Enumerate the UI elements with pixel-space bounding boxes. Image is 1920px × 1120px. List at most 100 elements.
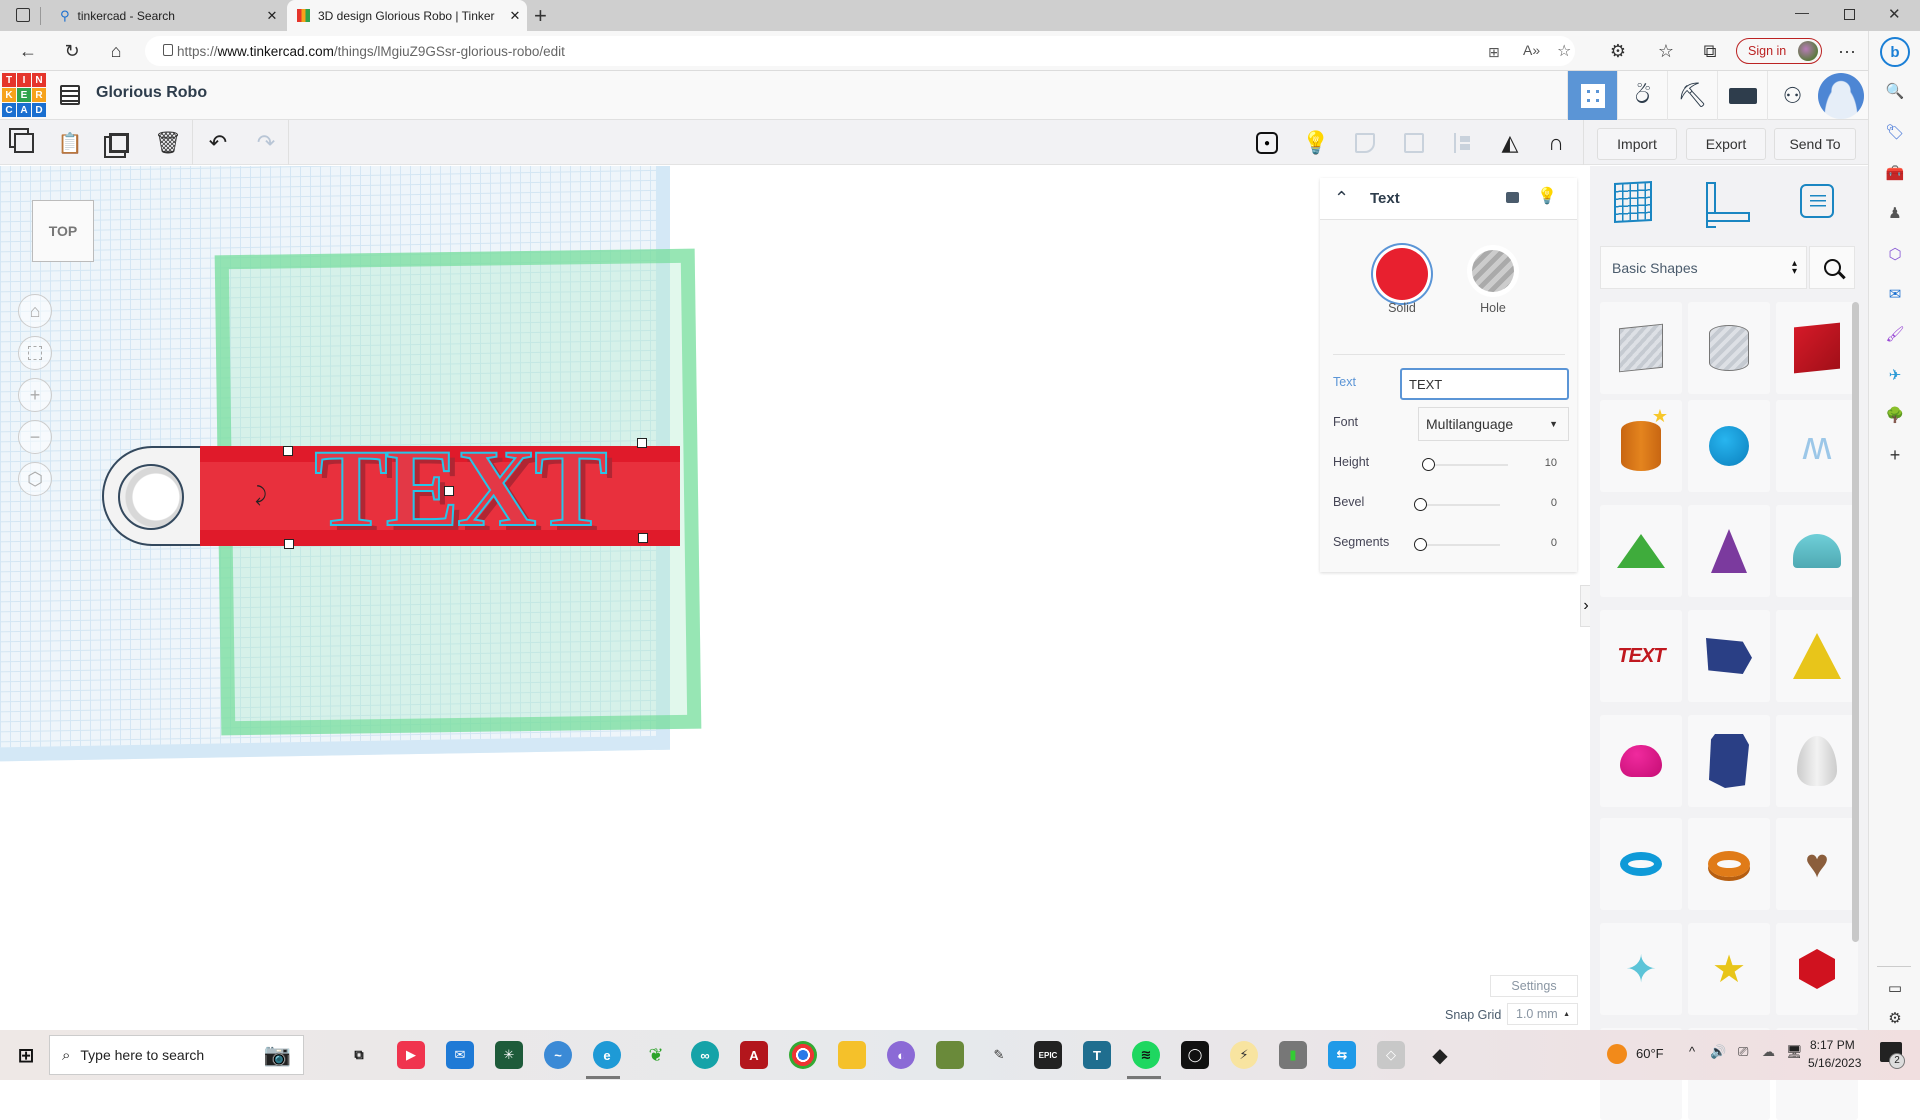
tree-icon[interactable]: 🌳	[1883, 403, 1907, 427]
ruler-tab[interactable]	[1706, 182, 1750, 228]
send-to-button[interactable]: Send To	[1774, 128, 1856, 160]
more-menu-button[interactable]: ···	[1833, 37, 1861, 65]
settings-button[interactable]: Settings	[1490, 975, 1578, 997]
mirror-button[interactable]: ◭	[1495, 128, 1525, 158]
home-button[interactable]: ⌂	[102, 37, 130, 65]
group-button[interactable]	[1350, 128, 1380, 158]
tab-actions-icon[interactable]	[16, 8, 30, 22]
import-button[interactable]: Import	[1597, 128, 1677, 160]
notes-tab[interactable]	[1800, 184, 1834, 218]
user-avatar[interactable]	[1818, 73, 1864, 119]
microsoft365-icon[interactable]: ⬡	[1883, 242, 1907, 266]
design-title[interactable]: Glorious Robo	[96, 84, 207, 102]
extensions-icon[interactable]: ⚙	[1604, 37, 1632, 65]
shape-text[interactable]: TEXT	[1600, 610, 1682, 702]
minimize-button[interactable]: —	[1795, 4, 1809, 20]
arduino-icon[interactable]: ∞	[691, 1041, 719, 1069]
shape-cone[interactable]	[1688, 505, 1770, 597]
workplane-tab[interactable]	[1614, 181, 1652, 223]
app-nvidia-icon[interactable]: ▮	[1279, 1041, 1307, 1069]
tab-tinkercad-search[interactable]: ⚲ tinkercad - Search ✕	[48, 0, 284, 31]
export-button[interactable]: Export	[1686, 128, 1766, 160]
cruise-button[interactable]: ∩	[1541, 128, 1571, 158]
shape-box-hole[interactable]	[1600, 302, 1682, 394]
shapes-scrollbar[interactable]	[1852, 302, 1859, 942]
clock-time[interactable]: 8:17 PM	[1810, 1038, 1855, 1052]
shape-icosahedron[interactable]	[1776, 923, 1858, 1015]
app-ring-icon[interactable]: ◯	[1181, 1041, 1209, 1069]
shape-polygon[interactable]	[1688, 715, 1770, 807]
close-tab-icon[interactable]: ✕	[503, 8, 527, 24]
text-input[interactable]	[1400, 368, 1569, 400]
notes-button[interactable]: ●	[1252, 128, 1282, 158]
volume-icon[interactable]: 🔊	[1710, 1044, 1726, 1060]
resize-handle[interactable]	[284, 539, 294, 549]
address-bar[interactable]: https://www.tinkercad.com/things/lMgiuZ9…	[145, 36, 1575, 66]
center-handle[interactable]	[444, 486, 454, 496]
drop-icon[interactable]: ✈	[1883, 363, 1907, 387]
minecraft-button[interactable]: ⛏	[1667, 71, 1717, 120]
hole-swatch[interactable]	[1472, 250, 1514, 292]
shape-roof[interactable]	[1600, 505, 1682, 597]
shape-sphere[interactable]	[1688, 400, 1770, 492]
shape-heart[interactable]: ♥	[1776, 818, 1858, 910]
new-tab-button[interactable]: +	[534, 3, 547, 29]
roblox-icon[interactable]: ◇	[1377, 1041, 1405, 1069]
tinker-lab-button[interactable]: ඊ	[1617, 71, 1667, 120]
app-leaf-icon[interactable]: ❦	[642, 1041, 670, 1069]
close-tab-icon[interactable]: ✕	[260, 8, 284, 24]
settings-icon[interactable]: ⚙	[1883, 1006, 1907, 1030]
resize-handle[interactable]	[283, 446, 293, 456]
shape-category-select[interactable]: Basic Shapes ▴ ▾	[1600, 246, 1807, 289]
ungroup-button[interactable]	[1399, 128, 1429, 158]
segments-slider[interactable]	[1414, 538, 1500, 551]
tab-3d-design[interactable]: 3D design Glorious Robo | Tinker ✕	[287, 0, 527, 31]
inkscape-icon[interactable]: ◆	[1426, 1041, 1454, 1069]
shape-tube[interactable]	[1688, 818, 1770, 910]
paste-button[interactable]: 📋	[55, 128, 85, 158]
shopping-icon[interactable]: 🏷	[1883, 120, 1907, 144]
media-app-icon[interactable]: ▶	[397, 1041, 425, 1069]
lightbulb-button[interactable]: 💡	[1301, 128, 1331, 158]
align-button[interactable]	[1448, 128, 1478, 158]
slider-knob[interactable]	[1414, 498, 1427, 511]
taskbar-search[interactable]: ⌕ Type here to search 📷	[49, 1035, 304, 1075]
zoom-in-button[interactable]: +	[18, 378, 52, 412]
slider-knob[interactable]	[1414, 538, 1427, 551]
shape-cylinder-hole[interactable]	[1688, 302, 1770, 394]
shape-star[interactable]: ★	[1688, 923, 1770, 1015]
mail-icon[interactable]: ✉	[446, 1041, 474, 1069]
height-slider[interactable]	[1422, 458, 1508, 471]
grid-view-button[interactable]	[1567, 71, 1617, 120]
shape-cylinder[interactable]: ★	[1600, 400, 1682, 492]
hide-sidebar-icon[interactable]: ▭	[1883, 976, 1907, 1000]
bricks-button[interactable]	[1717, 71, 1767, 120]
delete-button[interactable]: 🗑	[153, 128, 183, 158]
shape-star-pointed[interactable]: ✦	[1600, 923, 1682, 1015]
epic-games-icon[interactable]: EPIC	[1034, 1041, 1062, 1069]
slider-knob[interactable]	[1422, 458, 1435, 471]
start-button[interactable]: ⊞	[12, 1041, 40, 1069]
clock-date[interactable]: 5/16/2023	[1808, 1056, 1861, 1070]
read-aloud-icon[interactable]: A»	[1523, 42, 1540, 58]
acrobat-icon[interactable]: A	[740, 1041, 768, 1069]
bing-chat-icon[interactable]: b	[1880, 37, 1910, 67]
undo-button[interactable]: ↶	[203, 128, 233, 158]
weather-icon[interactable]	[1607, 1044, 1627, 1064]
bevel-slider[interactable]	[1414, 498, 1500, 511]
edge-browser-icon[interactable]: e	[593, 1041, 621, 1069]
games-icon[interactable]: ♟	[1883, 201, 1907, 225]
lock-icon[interactable]	[163, 44, 173, 56]
app-bird-icon[interactable]: ~	[544, 1041, 572, 1069]
design-list-icon[interactable]	[60, 85, 80, 105]
resize-handle[interactable]	[638, 533, 648, 543]
task-view-icon[interactable]: ⧉	[345, 1041, 373, 1069]
resize-handle[interactable]	[637, 438, 647, 448]
network-icon[interactable]: 🖥	[1786, 1044, 1803, 1060]
solid-color-swatch[interactable]	[1376, 248, 1428, 300]
app-t-icon[interactable]: T	[1083, 1041, 1111, 1069]
search-icon[interactable]: 🔍	[1883, 79, 1907, 103]
shape-box[interactable]	[1776, 302, 1858, 394]
font-select[interactable]: Multilanguage ▼	[1418, 407, 1569, 441]
viewcube[interactable]: TOP	[32, 200, 94, 262]
